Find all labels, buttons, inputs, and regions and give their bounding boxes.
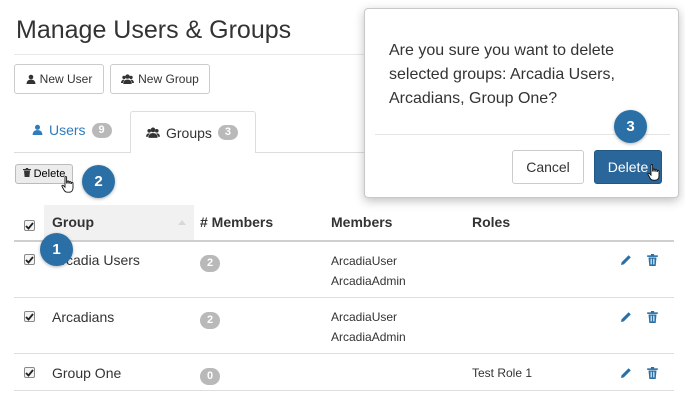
user-icon — [26, 74, 36, 84]
member-count-badge: 0 — [200, 368, 220, 385]
user-icon — [32, 122, 43, 138]
row-checkbox[interactable] — [24, 254, 35, 265]
page-title: Manage Users & Groups — [16, 16, 292, 44]
groups-count-badge: 3 — [217, 125, 238, 140]
tab-users[interactable]: Users 9 — [32, 122, 112, 138]
users-icon — [146, 125, 160, 141]
dialog-message: Are you sure you want to delete selected… — [389, 42, 615, 107]
member-name: ArcadiaAdmin — [331, 274, 406, 288]
row-checkbox[interactable] — [24, 367, 35, 378]
step-callout-1: 1 — [40, 233, 73, 266]
column-header-group[interactable]: Group — [52, 214, 94, 230]
users-count-badge: 9 — [91, 122, 112, 138]
cancel-button[interactable]: Cancel — [512, 150, 584, 184]
pencil-icon[interactable] — [619, 253, 633, 267]
tab-groups-label: Groups — [166, 124, 212, 141]
trash-icon — [22, 168, 31, 180]
trash-icon[interactable] — [645, 253, 659, 267]
column-header-member-count[interactable]: # Members — [200, 214, 273, 230]
member-name: ArcadiaAdmin — [331, 330, 406, 344]
new-user-label: New User — [39, 72, 93, 86]
table-header-divider — [14, 240, 674, 242]
tab-groups[interactable]: Groups 3 — [130, 111, 256, 153]
hand-pointer-icon — [61, 176, 75, 198]
trash-icon[interactable] — [645, 366, 659, 380]
row-checkbox[interactable] — [24, 311, 35, 322]
group-name: Arcadians — [52, 309, 115, 325]
column-header-roles[interactable]: Roles — [472, 214, 510, 230]
member-name: ArcadiaUser — [331, 310, 398, 324]
users-icon — [121, 74, 135, 84]
pencil-icon[interactable] — [619, 310, 633, 324]
step-callout-3: 3 — [614, 110, 647, 143]
select-all-checkbox[interactable] — [24, 220, 35, 231]
pencil-icon[interactable] — [619, 366, 633, 380]
member-name: ArcadiaUser — [331, 254, 398, 268]
tab-users-label: Users — [49, 122, 86, 138]
title-divider — [14, 54, 364, 55]
member-count-badge: 2 — [200, 312, 220, 329]
step-callout-2: 2 — [82, 165, 115, 198]
row-divider — [14, 353, 674, 354]
group-name: Group One — [52, 365, 122, 381]
tabs-border — [14, 152, 130, 153]
trash-icon[interactable] — [645, 310, 659, 324]
role-name: Test Role 1 — [472, 366, 533, 380]
row-divider — [14, 390, 674, 391]
hand-pointer-icon — [647, 164, 661, 186]
confirm-delete-dialog: Are you sure you want to delete selected… — [364, 8, 679, 198]
sort-caret-icon — [178, 220, 186, 225]
new-user-button[interactable]: New User — [14, 64, 104, 94]
row-divider — [14, 297, 674, 298]
member-count-badge: 2 — [200, 255, 220, 272]
column-header-members[interactable]: Members — [331, 214, 392, 230]
tabs-border — [256, 152, 364, 153]
new-group-label: New Group — [138, 72, 199, 86]
new-group-button[interactable]: New Group — [110, 64, 210, 94]
